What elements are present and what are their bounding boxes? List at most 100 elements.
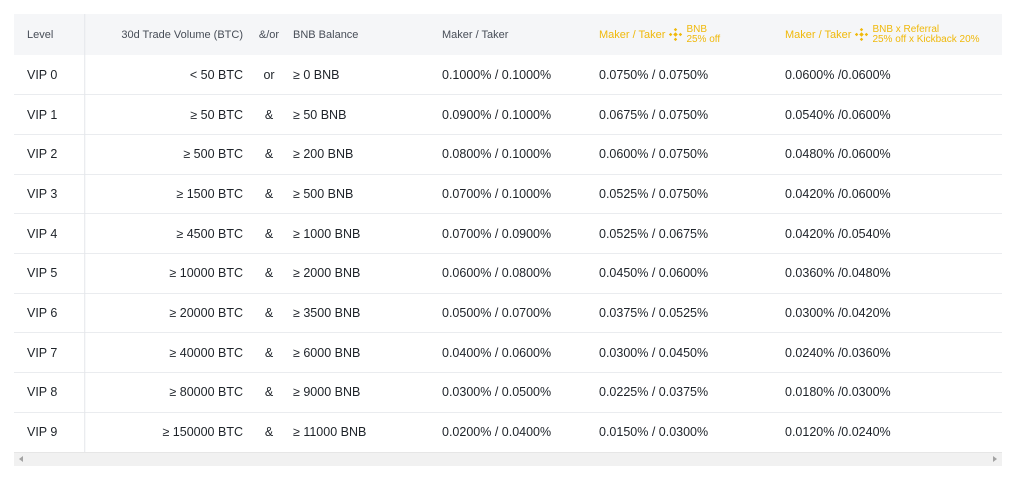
cell-andor: & [264, 305, 274, 320]
table-row: VIP 5 ≥ 10000 BTC & ≥ 2000 BNB 0.0600% / 0.0… [14, 253, 1002, 294]
bnb-logo-icon [855, 28, 869, 41]
cell-bnb-referral: 0.0240% /0.0360% [785, 345, 891, 360]
cell-volume: ≥ 150000 BTC [162, 425, 243, 440]
fee-table: Level 30d Trade Volume (BTC) &/or BNB Ba… [14, 14, 1002, 452]
cell-volume: ≥ 50 BTC [190, 107, 243, 122]
table-header-row: Level 30d Trade Volume (BTC) &/or BNB Ba… [14, 14, 1002, 55]
cell-andor: & [264, 345, 274, 360]
cell-bnb-referral: 0.0540% /0.0600% [785, 107, 891, 122]
cell-level: VIP 2 [27, 147, 58, 162]
cell-andor: & [264, 226, 274, 241]
header-bnb-discount-line2: 25% off [686, 33, 721, 45]
cell-bnb-balance: ≥ 50 BNB [293, 107, 347, 122]
cell-volume: < 50 BTC [189, 67, 243, 82]
cell-maker-taker: 0.0500% / 0.0700% [442, 305, 552, 320]
bnb-logo-icon [669, 28, 683, 41]
cell-maker-taker: 0.0900% / 0.1000% [442, 107, 552, 122]
table-row: VIP 7 ≥ 40000 BTC & ≥ 6000 BNB 0.0400% / 0.0… [14, 333, 1002, 373]
cell-maker-taker: 0.0600% / 0.0800% [442, 266, 552, 281]
header-bnb-referral: Maker / Taker BNB x Referral 25% off x K… [785, 14, 1002, 55]
cell-level: VIP 1 [27, 107, 58, 122]
cell-maker-taker: 0.0700% / 0.1000% [442, 186, 552, 201]
table-row: VIP 9 ≥ 150000 BTC & ≥ 11000 BNB 0.0200% / 0… [14, 412, 1002, 452]
cell-level: VIP 4 [27, 226, 58, 241]
cell-maker-taker: 0.0400% / 0.0600% [442, 345, 552, 360]
horizontal-scrollbar[interactable] [14, 452, 1002, 466]
table-row: VIP 1 ≥ 50 BTC & ≥ 50 BNB 0.0900% / 0.1000% 0… [14, 95, 1002, 135]
cell-andor: & [264, 385, 274, 400]
cell-andor: or [263, 67, 275, 82]
cell-bnb-balance: ≥ 500 BNB [293, 186, 354, 201]
cell-bnb-discount: 0.0450% / 0.0600% [599, 266, 709, 281]
cell-bnb-balance: ≥ 9000 BNB [293, 385, 361, 400]
cell-volume: ≥ 500 BTC [183, 147, 243, 162]
fixed-column-shadow [84, 14, 86, 452]
cell-bnb-balance: ≥ 6000 BNB [293, 345, 361, 360]
header-level: Level [27, 28, 54, 41]
cell-bnb-discount: 0.0300% / 0.0450% [599, 345, 709, 360]
cell-bnb-discount: 0.0525% / 0.0750% [599, 186, 709, 201]
cell-volume: ≥ 10000 BTC [169, 266, 243, 281]
header-bnb-referral-label: Maker / Taker [785, 28, 852, 41]
cell-level: VIP 8 [27, 385, 58, 400]
header-bnb-referral-line2: 25% off x Kickback 20% [872, 33, 980, 45]
cell-andor: & [264, 266, 274, 281]
cell-bnb-balance: ≥ 1000 BNB [293, 226, 361, 241]
cell-volume: ≥ 1500 BTC [176, 186, 243, 201]
cell-bnb-discount: 0.0750% / 0.0750% [599, 67, 709, 82]
fee-table-container: Level 30d Trade Volume (BTC) &/or BNB Ba… [14, 14, 1002, 452]
cell-level: VIP 9 [27, 425, 58, 440]
table-row: VIP 4 ≥ 4500 BTC & ≥ 1000 BNB 0.0700% / 0.09… [14, 214, 1002, 254]
cell-bnb-discount: 0.0600% / 0.0750% [599, 147, 709, 162]
cell-bnb-discount: 0.0150% / 0.0300% [599, 425, 709, 440]
table-row: VIP 2 ≥ 500 BTC & ≥ 200 BNB 0.0800% / 0.1000… [14, 134, 1002, 175]
cell-maker-taker: 0.0800% / 0.1000% [442, 147, 552, 162]
cell-bnb-balance: ≥ 11000 BNB [293, 425, 367, 440]
cell-andor: & [264, 147, 274, 162]
cell-maker-taker: 0.1000% / 0.1000% [442, 67, 552, 82]
cell-level: VIP 0 [27, 67, 58, 82]
cell-bnb-balance: ≥ 0 BNB [293, 67, 340, 82]
cell-bnb-referral: 0.0420% /0.0600% [785, 186, 891, 201]
cell-maker-taker: 0.0700% / 0.0900% [442, 226, 552, 241]
cell-volume: ≥ 80000 BTC [169, 385, 243, 400]
cell-bnb-referral: 0.0360% /0.0480% [785, 266, 891, 281]
table-row: VIP 6 ≥ 20000 BTC & ≥ 3500 BNB 0.0500% / 0.0… [14, 293, 1002, 333]
cell-volume: ≥ 4500 BTC [176, 226, 243, 241]
cell-bnb-referral: 0.0300% /0.0420% [785, 305, 891, 320]
header-bnb-discount-label: Maker / Taker [599, 28, 666, 41]
scroll-left-arrow-icon[interactable] [19, 456, 23, 462]
cell-volume: ≥ 20000 BTC [169, 305, 243, 320]
cell-andor: & [264, 107, 274, 122]
cell-bnb-discount: 0.0375% / 0.0525% [599, 305, 709, 320]
table-row: VIP 8 ≥ 80000 BTC & ≥ 9000 BNB 0.0300% / 0.0… [14, 373, 1002, 413]
header-volume: 30d Trade Volume (BTC) [121, 28, 243, 41]
cell-andor: & [264, 186, 274, 201]
cell-bnb-referral: 0.0480% /0.0600% [785, 147, 891, 162]
cell-bnb-referral: 0.0600% /0.0600% [785, 67, 891, 82]
cell-bnb-discount: 0.0225% / 0.0375% [599, 385, 709, 400]
cell-bnb-balance: ≥ 3500 BNB [293, 305, 361, 320]
cell-bnb-discount: 0.0675% / 0.0750% [599, 107, 709, 122]
cell-bnb-balance: ≥ 2000 BNB [293, 266, 361, 281]
cell-volume: ≥ 40000 BTC [169, 345, 243, 360]
cell-bnb-referral: 0.0120% /0.0240% [785, 425, 891, 440]
cell-maker-taker: 0.0200% / 0.0400% [442, 425, 552, 440]
cell-bnb-discount: 0.0525% / 0.0675% [599, 226, 709, 241]
cell-level: VIP 3 [27, 186, 58, 201]
table-row: VIP 0 < 50 BTC or ≥ 0 BNB 0.1000% / 0.1000% 0… [14, 55, 1002, 95]
cell-bnb-referral: 0.0180% /0.0300% [785, 385, 891, 400]
cell-maker-taker: 0.0300% / 0.0500% [442, 385, 552, 400]
cell-bnb-referral: 0.0420% /0.0540% [785, 226, 891, 241]
cell-andor: & [264, 425, 274, 440]
header-maker-taker: Maker / Taker [442, 28, 509, 41]
header-bnb-discount: Maker / Taker BNB 25% off [599, 14, 785, 55]
scroll-right-arrow-icon[interactable] [993, 456, 997, 462]
header-andor: &/or [258, 28, 280, 41]
header-bnb-balance: BNB Balance [293, 28, 359, 41]
table-row: VIP 3 ≥ 1500 BTC & ≥ 500 BNB 0.0700% / 0.100… [14, 174, 1002, 214]
cell-bnb-balance: ≥ 200 BNB [293, 147, 354, 162]
cell-level: VIP 5 [27, 266, 58, 281]
cell-level: VIP 6 [27, 305, 58, 320]
cell-level: VIP 7 [27, 345, 58, 360]
